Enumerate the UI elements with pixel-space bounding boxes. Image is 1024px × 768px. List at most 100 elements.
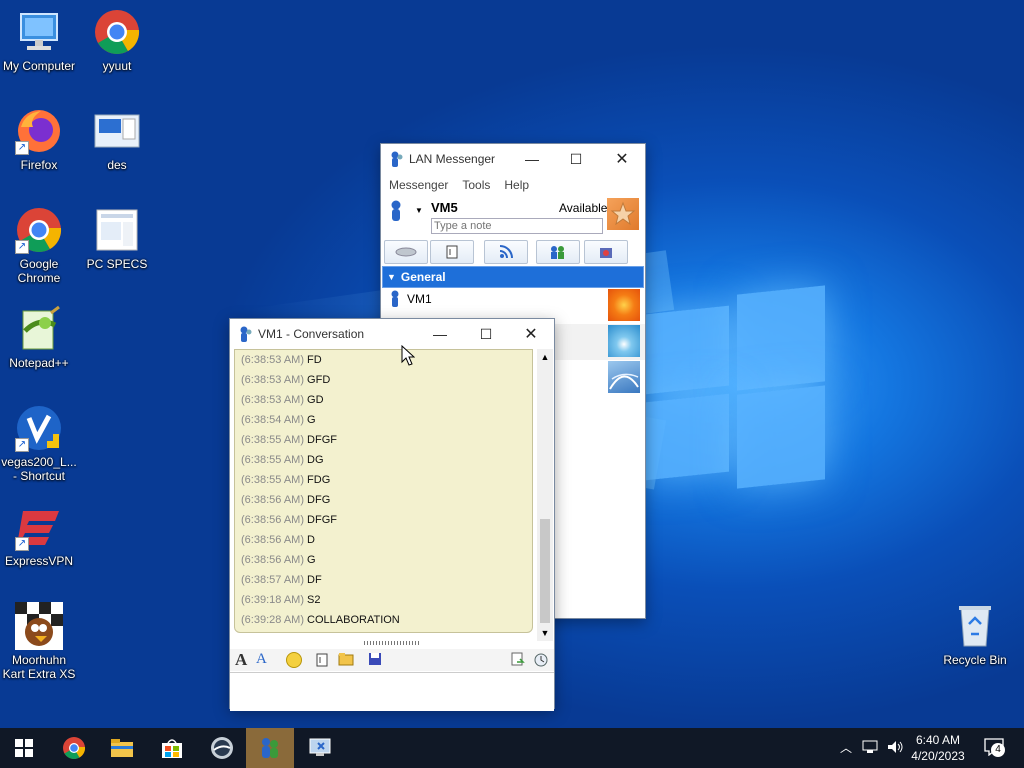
menu-messenger[interactable]: Messenger <box>389 178 448 192</box>
menu-help[interactable]: Help <box>504 178 529 192</box>
taskbar-remote-app[interactable] <box>296 728 344 768</box>
desktop-icon-pc-specs[interactable]: PC SPECS <box>78 206 156 271</box>
desktop-icon-notepadpp[interactable]: Notepad++ <box>0 305 78 370</box>
desktop-icon-des[interactable]: des <box>78 107 156 172</box>
desktop-icon-expressvpn[interactable]: ↗ ExpressVPN <box>0 503 78 568</box>
close-button[interactable]: ✕ <box>599 144 645 174</box>
message-row: (6:38:55 AM) FDG <box>235 470 532 490</box>
desktop-icon-moorhuhn[interactable]: Moorhuhn Kart Extra XS <box>0 602 78 681</box>
broadcast-button[interactable] <box>384 240 428 264</box>
message-timestamp: (6:39:28 AM) <box>241 614 304 626</box>
taskbar-steam[interactable] <box>198 728 246 768</box>
desktop: My Computer yyuut ↗ Firefox des ↗ Google… <box>0 0 1024 728</box>
windows-start-icon <box>15 739 33 757</box>
desktop-icon-vegas[interactable]: ↗ vegas200_L... - Shortcut <box>0 404 78 483</box>
conversation-window: VM1 - Conversation — ☐ ✕ (6:38:53 AM) FD… <box>229 318 555 711</box>
show-hidden-icons-icon[interactable]: ︿ <box>840 739 852 756</box>
user-avatar[interactable] <box>607 198 639 230</box>
message-input[interactable] <box>230 672 554 711</box>
minimize-button[interactable]: — <box>417 319 463 349</box>
maximize-button[interactable]: ☐ <box>463 319 509 349</box>
desktop-icon-yyuut[interactable]: yyuut <box>78 8 156 73</box>
message-timestamp: (6:39:18 AM) <box>241 594 304 606</box>
message-row: (6:39:18 AM) S2 <box>235 590 532 610</box>
taskbar-file-explorer[interactable] <box>98 728 146 768</box>
message-row: (6:38:53 AM) GFD <box>235 370 532 390</box>
file-transfer-button[interactable] <box>430 240 474 264</box>
message-timestamp: (6:38:55 AM) <box>241 474 304 486</box>
desktop-icon-label: Firefox <box>20 158 58 172</box>
desktop-icon-label: Moorhuhn Kart Extra XS <box>2 653 76 681</box>
volume-icon[interactable] <box>886 739 904 758</box>
shortcut-arrow-icon: ↗ <box>15 537 29 551</box>
splitter-handle[interactable] <box>364 641 420 645</box>
messenger-menubar: Messenger Tools Help <box>381 174 645 196</box>
conversation-titlebar[interactable]: VM1 - Conversation — ☐ ✕ <box>230 319 554 349</box>
settings-button[interactable] <box>584 240 628 264</box>
taskbar-store[interactable] <box>148 728 196 768</box>
desktop-icon-google-chrome[interactable]: ↗ Google Chrome <box>0 206 78 285</box>
notepadpp-icon <box>15 305 63 353</box>
expressvpn-icon: ↗ <box>15 503 63 551</box>
message-text: DFGF <box>307 434 337 446</box>
group-header-general[interactable]: ▼ General <box>382 266 644 288</box>
desktop-icon-label: Recycle Bin <box>943 653 1007 667</box>
shortcut-arrow-icon: ↗ <box>15 141 29 155</box>
send-file-icon[interactable] <box>315 652 329 671</box>
message-scrollbar[interactable]: ▲ ▼ <box>537 349 553 641</box>
message-timestamp: (6:38:56 AM) <box>241 494 304 506</box>
add-contact-button[interactable] <box>536 240 580 264</box>
desktop-icon-label: vegas200_L... - Shortcut <box>1 455 77 483</box>
message-timestamp: (6:38:53 AM) <box>241 354 304 366</box>
font-color-icon[interactable]: A <box>256 651 267 668</box>
notification-badge: 4 <box>991 743 1005 757</box>
status-text[interactable]: Available <box>559 201 607 215</box>
message-timestamp: (6:38:56 AM) <box>241 534 304 546</box>
send-folder-icon[interactable] <box>338 652 354 669</box>
message-text: DF <box>307 574 322 586</box>
menu-tools[interactable]: Tools <box>462 178 490 192</box>
message-timestamp: (6:38:56 AM) <box>241 514 304 526</box>
desktop-icon-recycle-bin[interactable]: Recycle Bin <box>936 602 1014 667</box>
scroll-thumb[interactable] <box>540 519 550 623</box>
folder-screenshot-icon <box>93 107 141 155</box>
status-change-icon[interactable] <box>533 652 549 671</box>
scroll-up-icon[interactable]: ▲ <box>537 349 553 365</box>
font-icon[interactable]: A <box>235 650 247 670</box>
desktop-icon-my-computer[interactable]: My Computer <box>0 8 78 73</box>
network-icon[interactable] <box>862 739 880 758</box>
messenger-title: LAN Messenger <box>409 152 496 166</box>
maximize-button[interactable]: ☐ <box>553 144 599 174</box>
taskbar-lan-messenger[interactable] <box>246 728 294 768</box>
profile-section: ▼ VM5 Available <box>381 196 645 236</box>
message-text: FDG <box>307 474 331 486</box>
clock[interactable]: 6:40 AM 4/20/2023 <box>906 732 970 764</box>
close-button[interactable]: ✕ <box>508 319 554 349</box>
taskbar: ︿ 6:40 AM 4/20/2023 4 <box>0 728 1024 768</box>
mouse-cursor <box>401 344 416 370</box>
message-list: (6:38:53 AM) FD (6:38:53 AM) GFD (6:38:53 … <box>235 350 532 630</box>
message-timestamp: (6:38:53 AM) <box>241 394 304 406</box>
taskbar-chrome[interactable] <box>50 728 98 768</box>
palm-avatar <box>608 325 640 357</box>
clock-time: 6:40 AM <box>915 733 961 747</box>
group-name: General <box>400 270 446 284</box>
start-button[interactable] <box>0 728 48 768</box>
status-person-icon[interactable] <box>389 200 403 225</box>
save-icon[interactable] <box>368 652 382 669</box>
scroll-down-icon[interactable]: ▼ <box>537 625 553 641</box>
rss-button[interactable] <box>484 240 528 264</box>
file-transfer-icon <box>446 245 458 259</box>
note-input[interactable] <box>431 218 603 234</box>
emoticon-icon[interactable] <box>286 652 302 668</box>
status-dropdown-icon[interactable]: ▼ <box>415 206 423 215</box>
desktop-icon-firefox[interactable]: ↗ Firefox <box>0 107 78 172</box>
action-center-icon[interactable]: 4 <box>984 738 1005 759</box>
moorhuhn-icon <box>15 602 63 650</box>
chrome-icon <box>93 8 141 56</box>
history-icon[interactable] <box>511 652 525 671</box>
message-row: (6:38:56 AM) DFGF <box>235 510 532 530</box>
messenger-titlebar[interactable]: LAN Messenger — ☐ ✕ <box>381 144 645 174</box>
minimize-button[interactable]: — <box>509 144 555 174</box>
settings-icon <box>600 248 612 258</box>
